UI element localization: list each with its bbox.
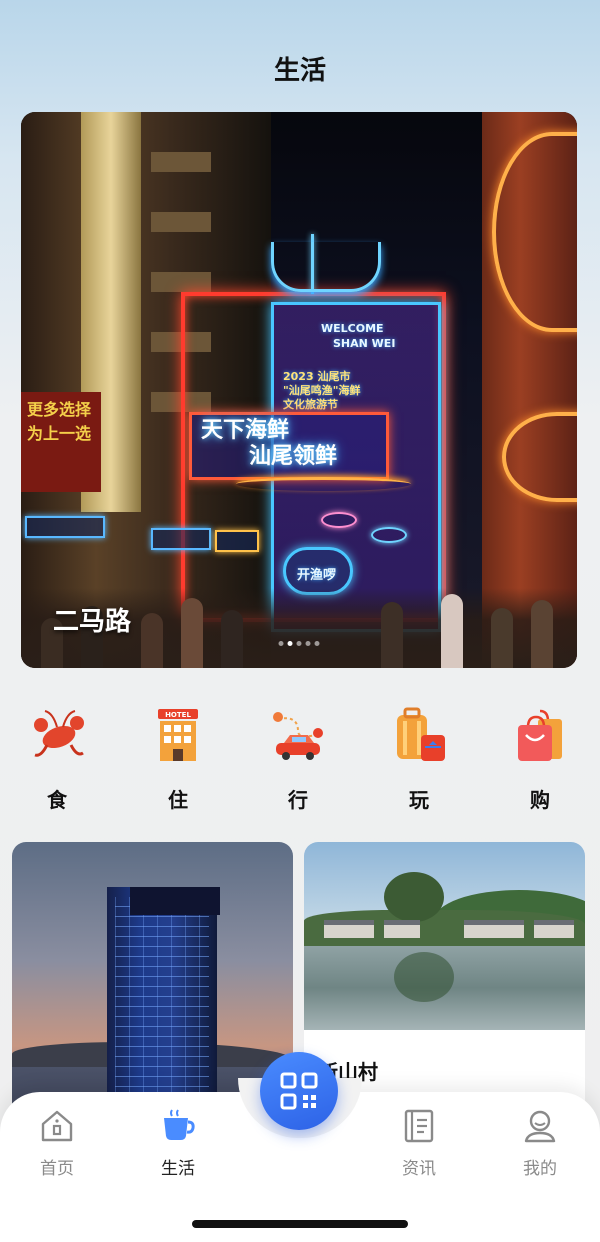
neon-year-line3: 文化旅游节 (283, 398, 338, 411)
hotel-icon: HOTEL (158, 709, 198, 761)
shop-sign (151, 528, 211, 550)
banner-carousel[interactable]: 更多选择 为上一选 WELCOME SHAN WEI 2023 汕尾市 "汕尾鸣… (21, 112, 577, 668)
neon-wave-icon (236, 477, 411, 491)
tab-life[interactable]: 生活 (138, 1108, 218, 1179)
pager-dot[interactable] (296, 641, 302, 646)
category-travel[interactable]: 行 (258, 700, 338, 812)
tab-label: 首页 (40, 1159, 74, 1179)
neon-fish-icon (321, 512, 357, 528)
shop-sign (25, 516, 105, 538)
pager-dot[interactable] (314, 641, 320, 646)
car-route-icon (273, 712, 323, 760)
news-icon (404, 1109, 434, 1143)
card-house (534, 920, 574, 938)
carousel-pager[interactable] (278, 641, 320, 646)
category-row: 食 HOTEL 住 行 玩 购 (0, 700, 600, 812)
category-label: 玩 (409, 788, 429, 812)
banner-shop-banner: 更多选择 为上一选 (21, 392, 101, 492)
cup-icon (164, 1109, 195, 1140)
home-icon (41, 1110, 73, 1142)
user-icon (524, 1110, 556, 1143)
category-food[interactable]: 食 (17, 700, 97, 812)
shop-sign (215, 530, 259, 552)
card-house (464, 920, 524, 938)
neon-welcome: WELCOME (321, 322, 384, 335)
category-label: 行 (288, 788, 308, 812)
lobster-icon (34, 710, 84, 757)
category-label: 住 (168, 788, 188, 812)
card-tower-top (130, 887, 220, 915)
category-play[interactable]: 玩 (379, 700, 459, 812)
pager-dot-active[interactable] (287, 641, 293, 646)
banner-building-right (482, 112, 577, 668)
svg-text:HOTEL: HOTEL (165, 711, 191, 719)
tab-label: 我的 (523, 1159, 557, 1179)
category-stay[interactable]: HOTEL 住 (138, 700, 218, 812)
home-indicator (192, 1220, 408, 1228)
neon-fish-icon (371, 527, 407, 543)
luggage-icon (397, 707, 445, 761)
tab-profile[interactable]: 我的 (500, 1108, 580, 1179)
card-tree (384, 872, 444, 922)
category-shop[interactable]: 购 (500, 700, 580, 812)
shopping-bag-icon (518, 709, 562, 761)
neon-city: SHAN WEI (333, 337, 396, 350)
tab-news[interactable]: 资讯 (379, 1108, 459, 1179)
tab-label: 生活 (161, 1159, 195, 1179)
tab-home[interactable]: 首页 (17, 1108, 97, 1179)
neon-bubble-text: 开渔啰 (297, 568, 337, 583)
card-house (384, 920, 420, 938)
card-lake-reflection (394, 952, 454, 1002)
qr-scan-icon (280, 1072, 318, 1110)
pager-dot[interactable] (278, 641, 284, 646)
page-title: 生活 (273, 56, 326, 86)
neon-main-line2: 汕尾领鲜 (249, 444, 338, 469)
pager-dot[interactable] (305, 641, 311, 646)
scan-button[interactable] (260, 1052, 338, 1130)
card-house (324, 920, 374, 938)
category-label: 购 (530, 788, 550, 812)
banner-caption: 二马路 (53, 607, 132, 637)
tab-label: 资讯 (402, 1159, 436, 1179)
neon-boat-icon (271, 242, 381, 292)
neon-main-line1: 天下海鲜 (201, 418, 290, 443)
category-label: 食 (47, 788, 67, 812)
